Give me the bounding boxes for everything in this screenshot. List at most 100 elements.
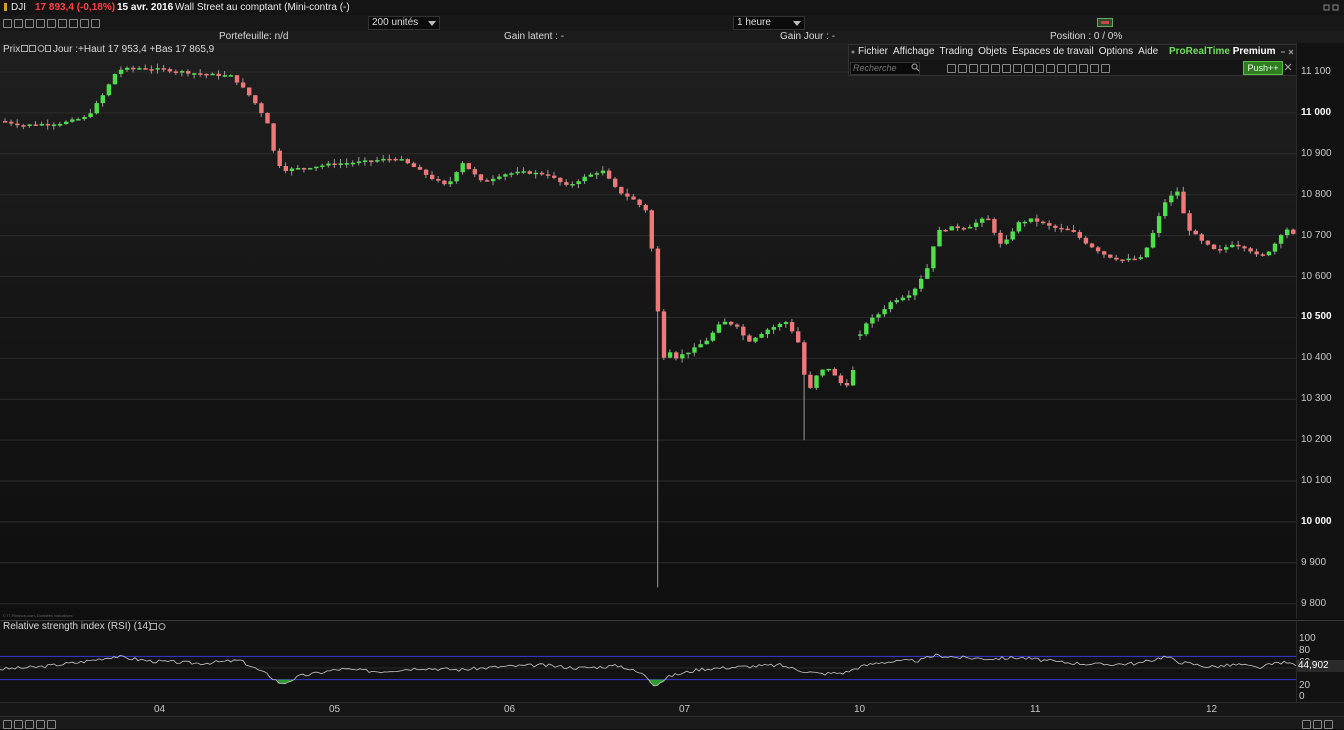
- hand-tool-icon[interactable]: [958, 63, 967, 73]
- bullish-candle[interactable]: [454, 172, 459, 182]
- bullish-candle[interactable]: [1010, 231, 1015, 240]
- bearish-candle[interactable]: [747, 335, 752, 342]
- menu-fichier[interactable]: Fichier: [858, 46, 888, 57]
- search-icon[interactable]: [911, 63, 920, 75]
- bearish-candle[interactable]: [405, 159, 410, 164]
- bullish-candle[interactable]: [228, 75, 234, 77]
- symbol-name[interactable]: DJI: [11, 2, 26, 13]
- bullish-candle[interactable]: [375, 160, 380, 162]
- bullish-candle[interactable]: [1156, 216, 1162, 234]
- symbol-menu-icon[interactable]: [3, 2, 9, 15]
- bullish-candle[interactable]: [973, 222, 979, 227]
- bearish-candle[interactable]: [539, 172, 545, 175]
- bearish-candle[interactable]: [21, 125, 26, 127]
- bullish-candle[interactable]: [710, 332, 715, 341]
- bearish-candle[interactable]: [186, 71, 191, 74]
- bearish-candle[interactable]: [1199, 234, 1204, 241]
- bearish-candle[interactable]: [423, 169, 429, 175]
- bullish-candle[interactable]: [1126, 258, 1131, 261]
- bullish-candle[interactable]: [1230, 244, 1235, 248]
- bearish-candle[interactable]: [1077, 232, 1082, 238]
- bearish-candle[interactable]: [986, 218, 991, 221]
- fib-tool-icon[interactable]: [1002, 63, 1011, 73]
- window-controls[interactable]: [1323, 2, 1341, 12]
- bullish-candle[interactable]: [850, 370, 856, 386]
- bearish-candle[interactable]: [442, 180, 447, 185]
- rsi-axis[interactable]: 100 80 60 44,902 20 0: [1296, 620, 1344, 703]
- bullish-candle[interactable]: [692, 347, 697, 353]
- bearish-candle[interactable]: [1254, 251, 1259, 255]
- bullish-candle[interactable]: [82, 116, 87, 120]
- text-tool-icon[interactable]: [1024, 63, 1033, 73]
- bearish-candle[interactable]: [649, 210, 654, 249]
- bullish-candle[interactable]: [698, 344, 703, 348]
- trendline-icon[interactable]: [969, 63, 978, 73]
- bearish-candle[interactable]: [466, 163, 471, 170]
- quantity-select[interactable]: 200 unités: [368, 16, 440, 30]
- bullish-candle[interactable]: [1150, 233, 1156, 248]
- bullish-candle[interactable]: [1169, 195, 1174, 203]
- bullish-candle[interactable]: [338, 163, 343, 165]
- bearish-candle[interactable]: [844, 382, 850, 386]
- bullish-candle[interactable]: [722, 321, 728, 325]
- menu-trading[interactable]: Trading: [940, 46, 974, 57]
- bullish-candle[interactable]: [295, 168, 301, 170]
- bearish-candle[interactable]: [234, 75, 240, 83]
- bullish-candle[interactable]: [76, 119, 81, 121]
- bearish-candle[interactable]: [277, 150, 282, 167]
- bearish-candle[interactable]: [527, 171, 532, 174]
- bullish-candle[interactable]: [1224, 247, 1229, 250]
- bullish-candle[interactable]: [1175, 191, 1180, 196]
- bullish-candle[interactable]: [509, 173, 514, 175]
- bearish-candle[interactable]: [149, 69, 154, 71]
- text-icon[interactable]: [58, 18, 67, 28]
- zoom-icon[interactable]: [14, 18, 23, 28]
- bearish-candle[interactable]: [369, 160, 374, 162]
- delete-icon[interactable]: [69, 18, 78, 28]
- bearish-candle[interactable]: [1236, 244, 1241, 247]
- bearish-candle[interactable]: [1034, 218, 1040, 222]
- screen-icon[interactable]: [1090, 63, 1099, 73]
- menu-aide[interactable]: Aide: [1138, 46, 1158, 57]
- bullish-candle[interactable]: [771, 327, 776, 330]
- bullish-candle[interactable]: [667, 352, 673, 358]
- bullish-candle[interactable]: [765, 329, 770, 335]
- bearish-candle[interactable]: [1193, 230, 1198, 235]
- bullish-candle[interactable]: [308, 168, 313, 170]
- bullish-candle[interactable]: [57, 123, 63, 126]
- bullish-candle[interactable]: [100, 95, 105, 104]
- bullish-candle[interactable]: [1004, 239, 1009, 244]
- bearish-candle[interactable]: [3, 121, 8, 123]
- bullish-candle[interactable]: [51, 124, 57, 126]
- clock-icon[interactable]: [1068, 63, 1077, 73]
- bullish-candle[interactable]: [912, 288, 918, 296]
- bearish-candle[interactable]: [631, 196, 636, 200]
- bullish-candle[interactable]: [919, 278, 924, 289]
- bearish-candle[interactable]: [1041, 221, 1046, 224]
- bullish-candle[interactable]: [820, 369, 825, 376]
- panel-tools-icon[interactable]: [21, 45, 51, 56]
- bearish-candle[interactable]: [411, 163, 417, 168]
- bullish-candle[interactable]: [350, 162, 356, 165]
- bearish-candle[interactable]: [478, 174, 484, 181]
- bearish-candle[interactable]: [1089, 243, 1095, 248]
- bearish-candle[interactable]: [198, 73, 203, 75]
- bullish-candle[interactable]: [777, 324, 783, 328]
- bullish-candle[interactable]: [94, 103, 99, 114]
- bullish-candle[interactable]: [826, 368, 831, 371]
- price-axis[interactable]: 11 100 11 000 10 900 10 800 10 700 10 600 10 5…: [1296, 43, 1344, 619]
- bullish-candle[interactable]: [576, 181, 581, 185]
- bearish-candle[interactable]: [472, 169, 478, 175]
- bearish-candle[interactable]: [943, 229, 948, 232]
- bullish-candle[interactable]: [1028, 218, 1034, 222]
- bearish-candle[interactable]: [625, 193, 630, 197]
- bearish-candle[interactable]: [545, 174, 551, 176]
- rsi-panel-tools-icon[interactable]: [150, 623, 168, 634]
- time-axis[interactable]: 04 05 06 07 10 11 12: [0, 702, 1344, 717]
- bearish-candle[interactable]: [558, 177, 563, 183]
- bearish-candle[interactable]: [216, 73, 221, 77]
- bearish-candle[interactable]: [1114, 257, 1119, 260]
- chart-tools-group[interactable]: [3, 18, 102, 29]
- settings-icon[interactable]: [91, 18, 100, 28]
- bearish-candle[interactable]: [45, 124, 51, 126]
